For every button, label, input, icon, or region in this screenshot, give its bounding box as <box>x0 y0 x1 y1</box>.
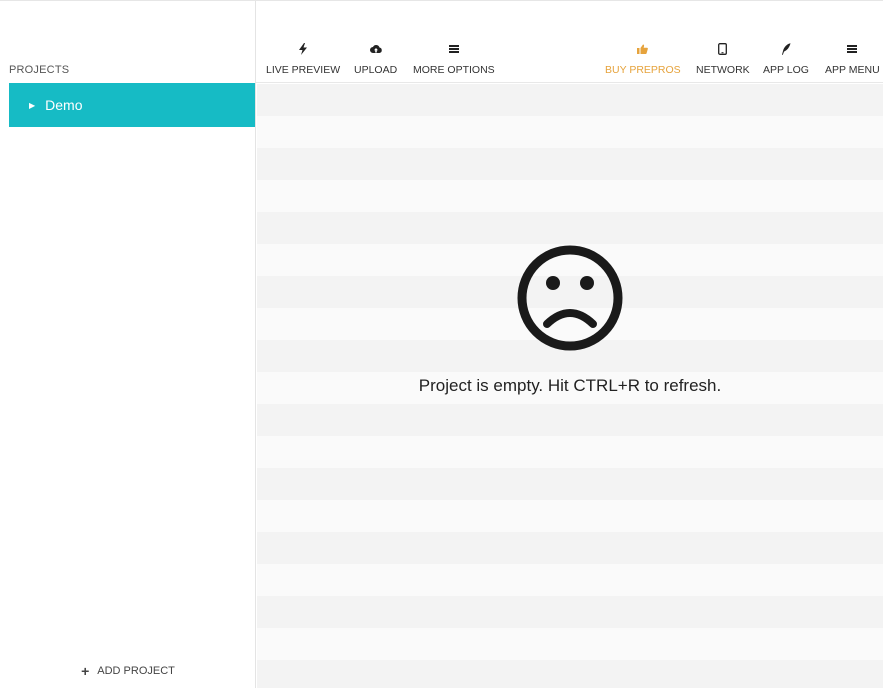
toolbar: LIVE PREVIEW UPLOAD MORE OPTIONS BUY PRE… <box>256 1 883 83</box>
live-preview-label: LIVE PREVIEW <box>266 64 341 76</box>
upload-label: UPLOAD <box>354 64 398 76</box>
sad-face-icon <box>517 245 623 351</box>
menu-icon <box>448 41 459 57</box>
thumbs-up-icon <box>637 41 649 57</box>
empty-message: Project is empty. Hit CTRL+R to refresh. <box>418 376 722 395</box>
buy-prepros-label: BUY PREPROS <box>605 64 681 76</box>
menu-icon <box>847 41 858 57</box>
live-preview-button[interactable]: LIVE PREVIEW <box>266 41 340 76</box>
more-options-button[interactable]: MORE OPTIONS <box>413 41 495 76</box>
projects-heading: PROJECTS <box>9 64 70 76</box>
network-button[interactable]: NETWORK <box>696 41 750 76</box>
empty-state: Project is empty. Hit CTRL+R to refresh. <box>257 244 883 396</box>
upload-button[interactable]: UPLOAD <box>354 41 397 76</box>
more-options-label: MORE OPTIONS <box>413 64 495 76</box>
project-item-demo[interactable]: ▶ Demo <box>9 83 255 127</box>
app-menu-label: APP MENU <box>825 64 880 76</box>
cloud-upload-icon <box>369 41 382 57</box>
network-label: NETWORK <box>696 64 750 76</box>
app-log-label: APP LOG <box>763 64 809 76</box>
project-files-area: Project is empty. Hit CTRL+R to refresh. <box>257 84 883 688</box>
buy-prepros-button[interactable]: BUY PREPROS <box>605 41 681 76</box>
add-project-label: ADD PROJECT <box>97 665 175 677</box>
plus-icon: + <box>81 663 90 679</box>
app-menu-button[interactable]: APP MENU <box>825 41 880 76</box>
lightning-icon <box>298 41 308 57</box>
app-window: – ⤢ ✕ PROJECTS ▶ Demo + ADD PROJECT LIVE… <box>0 0 883 688</box>
feather-icon <box>781 41 791 57</box>
caret-right-icon: ▶ <box>29 101 36 110</box>
app-log-button[interactable]: APP LOG <box>763 41 809 76</box>
sidebar: PROJECTS ▶ Demo + ADD PROJECT <box>0 1 256 688</box>
project-label: Demo <box>45 97 83 113</box>
mobile-icon <box>718 41 728 57</box>
add-project-button[interactable]: + ADD PROJECT <box>0 663 256 679</box>
